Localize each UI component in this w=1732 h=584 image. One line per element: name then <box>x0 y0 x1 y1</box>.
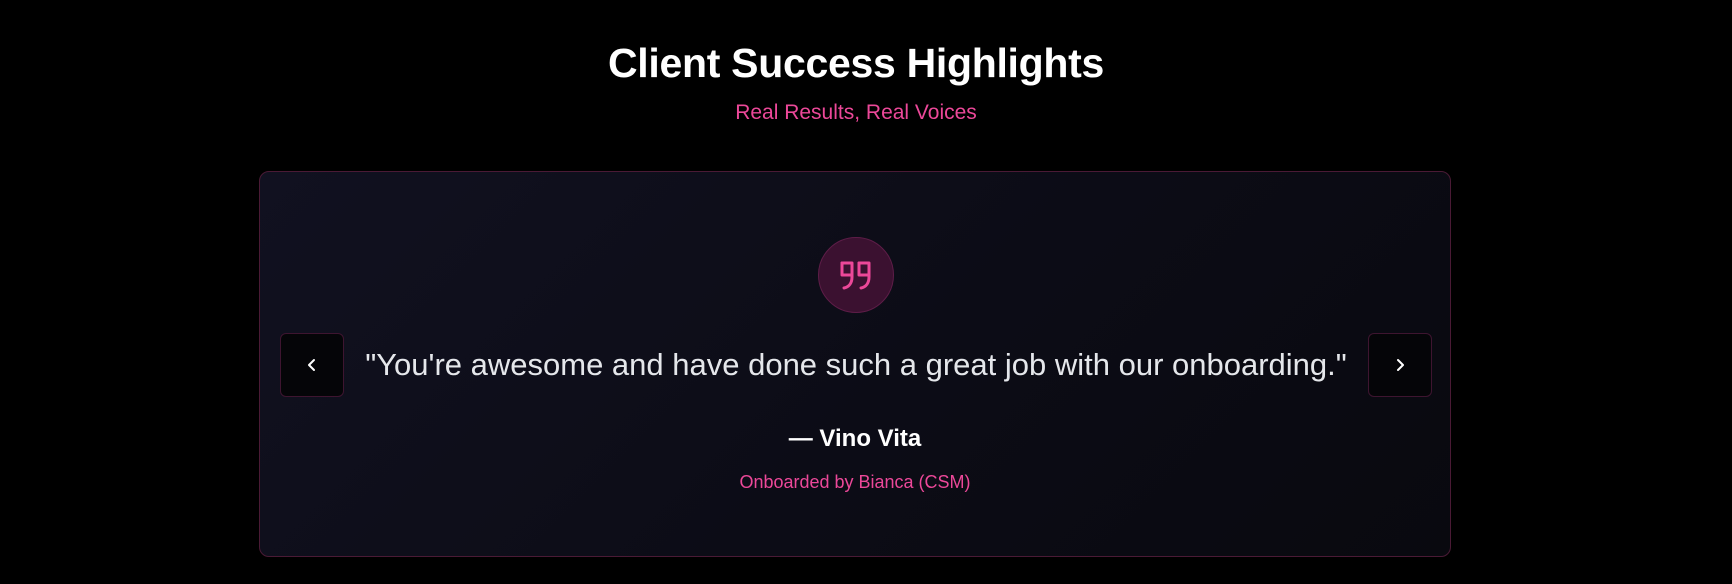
chevron-right-icon <box>1397 359 1404 371</box>
testimonials-section: Client Success Highlights Real Results, … <box>0 0 1732 584</box>
section-title: Client Success Highlights <box>608 40 1104 86</box>
quote-badge <box>818 237 894 313</box>
testimonial-card: "You're awesome and have done such a gre… <box>259 171 1451 557</box>
next-button[interactable] <box>1368 333 1432 397</box>
testimonial-author-meta: Onboarded by Bianca (CSM) <box>739 472 971 492</box>
testimonial-author: — Vino Vita <box>788 425 922 452</box>
section-subtitle: Real Results, Real Voices <box>735 101 977 124</box>
previous-button[interactable] <box>280 333 344 397</box>
chevron-left-icon <box>308 359 315 371</box>
testimonial-quote: "You're awesome and have done such a gre… <box>365 347 1347 382</box>
quote-icon <box>840 261 871 290</box>
